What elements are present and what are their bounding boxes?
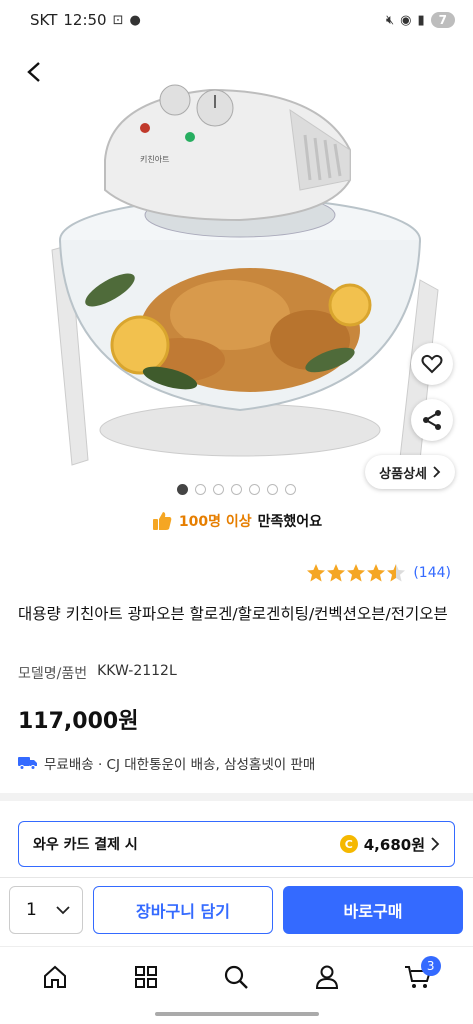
bottom-navigation: 3 bbox=[0, 946, 473, 1006]
carousel-dot[interactable] bbox=[249, 484, 260, 495]
product-price: 117,000원 bbox=[18, 709, 139, 734]
truck-icon bbox=[18, 757, 37, 770]
coin-icon: C bbox=[339, 835, 358, 853]
quantity-select[interactable]: 1 bbox=[9, 886, 83, 934]
share-icon bbox=[423, 410, 441, 430]
grid-icon bbox=[134, 965, 157, 988]
purchase-bar: 1 장바구니 담기 바로구매 bbox=[0, 877, 473, 942]
delivery-info: 무료배송 · CJ 대한통운이 배송, 삼성홈넷이 판매 bbox=[18, 753, 315, 773]
chat-icon: ● bbox=[129, 12, 141, 28]
home-indicator[interactable] bbox=[155, 1012, 319, 1016]
product-detail-button[interactable]: 상품상세 bbox=[365, 455, 455, 489]
carousel-dot[interactable] bbox=[231, 484, 242, 495]
product-title: 대용량 키친아트 광파오븐 할로겐/할로겐히팅/컨벡션오븐/전기오븐 bbox=[18, 605, 448, 623]
home-icon bbox=[44, 965, 67, 988]
review-count[interactable]: (144) bbox=[413, 565, 451, 581]
nav-my-page[interactable] bbox=[302, 952, 352, 1002]
card-discount-box[interactable]: 와우 카드 결제 시 C 4,680원 bbox=[18, 821, 455, 867]
buy-now-button[interactable]: 바로구매 bbox=[283, 886, 463, 934]
carrier-label: SKT bbox=[30, 11, 58, 29]
rating[interactable]: (144) bbox=[306, 563, 451, 583]
screenshot-icon: ⊡ bbox=[112, 12, 124, 28]
chevron-left-icon bbox=[27, 62, 40, 82]
clock: 12:50 bbox=[63, 11, 107, 29]
satisfaction-text: 만족했어요 bbox=[257, 514, 323, 530]
model-info: 모델명/품번 KKW-2112L bbox=[18, 663, 177, 683]
star-rating-icon bbox=[307, 564, 406, 582]
wishlist-button[interactable] bbox=[411, 343, 453, 385]
search-icon bbox=[225, 965, 249, 989]
nav-cart[interactable]: 3 bbox=[393, 952, 443, 1002]
signal-icon: ▮ bbox=[417, 12, 425, 28]
satisfaction-count: 100명 이상 bbox=[178, 514, 252, 530]
chevron-down-icon bbox=[56, 905, 70, 914]
product-image[interactable]: 키친아트 bbox=[0, 40, 473, 480]
model-value: KKW-2112L bbox=[97, 663, 177, 679]
quantity-value: 1 bbox=[26, 900, 37, 920]
nav-categories[interactable] bbox=[121, 952, 171, 1002]
status-bar: SKT 12:50 ⊡ ● 🔇︎ ◉ ▮ 7 bbox=[0, 0, 473, 40]
heart-icon bbox=[421, 354, 443, 374]
satisfaction-banner: 100명 이상 만족했어요 bbox=[0, 510, 473, 532]
product-detail-label: 상품상세 bbox=[379, 466, 427, 482]
wifi-icon: ◉ bbox=[400, 12, 412, 28]
brand-label: 키친아트 bbox=[140, 154, 169, 164]
carousel-dot[interactable] bbox=[177, 484, 188, 495]
chevron-right-icon bbox=[431, 837, 440, 851]
add-to-cart-button[interactable]: 장바구니 담기 bbox=[93, 886, 273, 934]
carousel-dot[interactable] bbox=[285, 484, 296, 495]
delivery-text: 무료배송 · CJ 대한통운이 배송, 삼성홈넷이 판매 bbox=[44, 757, 316, 773]
back-button[interactable] bbox=[18, 56, 50, 88]
section-divider bbox=[0, 793, 473, 801]
carousel-dot[interactable] bbox=[213, 484, 224, 495]
thumbs-up-icon bbox=[152, 512, 172, 530]
halogen-oven-illustration: 키친아트 bbox=[51, 84, 439, 466]
chevron-right-icon bbox=[433, 466, 441, 478]
model-label: 모델명/품번 bbox=[18, 666, 88, 682]
card-discount-amount: 4,680원 bbox=[363, 835, 425, 854]
nav-home[interactable] bbox=[30, 952, 80, 1002]
share-button[interactable] bbox=[411, 399, 453, 441]
carousel-dot[interactable] bbox=[267, 484, 278, 495]
user-icon bbox=[316, 965, 339, 989]
carousel-dot[interactable] bbox=[195, 484, 206, 495]
card-discount-label: 와우 카드 결제 시 bbox=[33, 837, 138, 853]
mute-icon: 🔇︎ bbox=[385, 12, 395, 28]
nav-search[interactable] bbox=[211, 952, 261, 1002]
cart-count-badge: 3 bbox=[420, 955, 441, 976]
battery-indicator: 7 bbox=[430, 12, 455, 28]
